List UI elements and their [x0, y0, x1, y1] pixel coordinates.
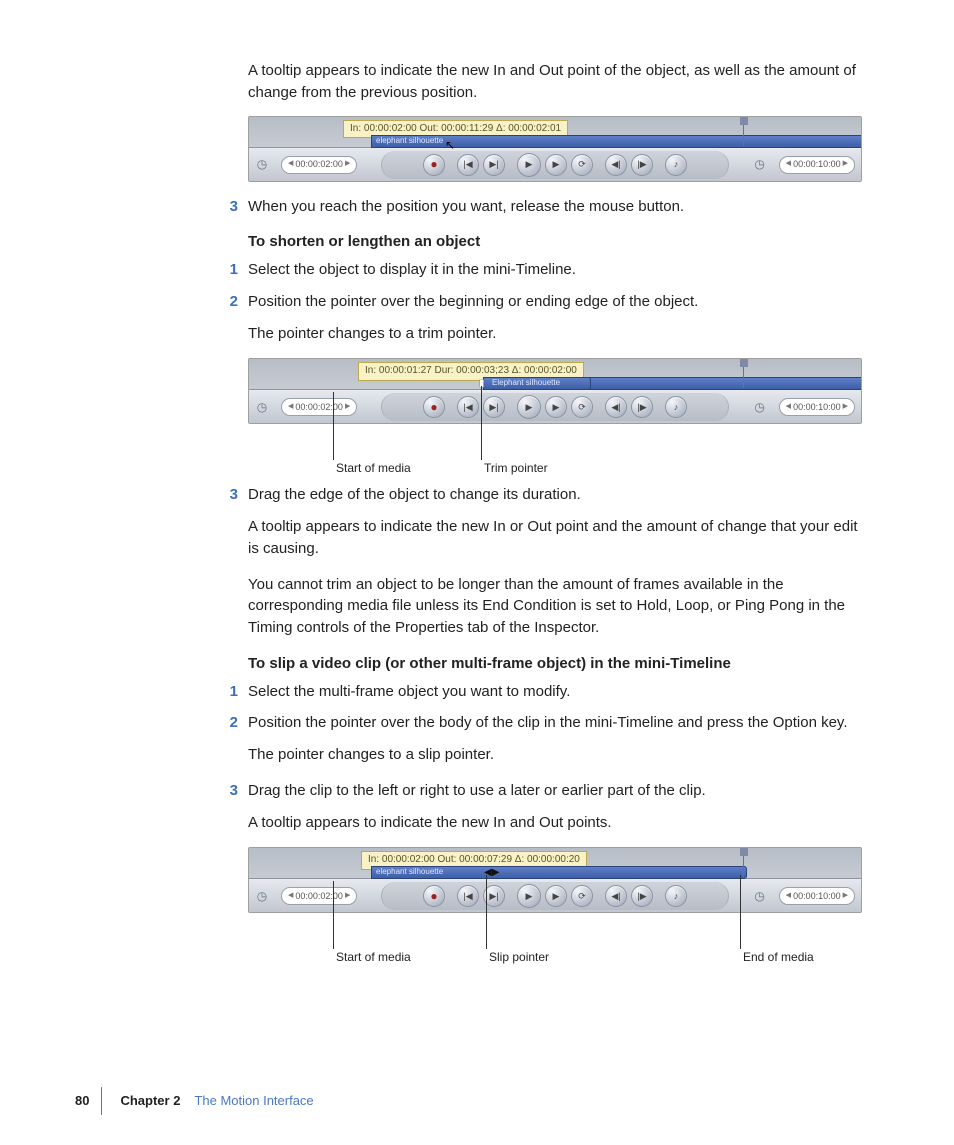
step-number: 2	[208, 291, 248, 313]
mini-timeline[interactable]: In: 00:00:02:00 Out: 00:00:11:29 Δ: 00:0…	[249, 117, 861, 148]
right-timecode[interactable]: ◀00:00:10:00▶	[779, 887, 855, 905]
clip-bar[interactable]: elephant silhouette	[371, 866, 747, 879]
cursor-arrow-icon: ↖	[445, 137, 455, 154]
step-fwd-button[interactable]: |▶	[631, 154, 653, 176]
left-timecode[interactable]: ◀00:00:02:00▶	[281, 887, 357, 905]
callout-label: Slip pointer	[489, 949, 549, 966]
step-fwd-button[interactable]: |▶	[631, 396, 653, 418]
transport-bar: ◷ ◀00:00:02:00▶ ● |◀ ▶| ▶ ▶ ⟳ ◀| |▶ ♪	[249, 390, 861, 423]
play-range-button[interactable]: ▶	[545, 885, 567, 907]
mini-timeline[interactable]: In: 00:00:02:00 Out: 00:00:07:29 Δ: 00:0…	[249, 848, 861, 879]
mini-timeline[interactable]: In: 00:00:01:27 Dur: 00:00:03;23 Δ: 00:0…	[249, 359, 861, 390]
step-text: Drag the edge of the object to change it…	[248, 484, 859, 506]
callout-label: Trim pointer	[484, 460, 548, 477]
go-start-button[interactable]: |◀	[457, 885, 479, 907]
figure-1: In: 00:00:02:00 Out: 00:00:11:29 Δ: 00:0…	[248, 116, 859, 182]
record-button[interactable]: ●	[423, 396, 445, 418]
play-range-button[interactable]: ▶	[545, 154, 567, 176]
go-start-button[interactable]: |◀	[457, 154, 479, 176]
right-timecode-value: 00:00:10:00	[793, 158, 841, 171]
audio-button[interactable]: ♪	[665, 396, 687, 418]
page-footer: 80 Chapter 2 The Motion Interface	[75, 1087, 859, 1115]
chapter-label: Chapter 2	[120, 1092, 180, 1111]
left-timecode[interactable]: ◀00:00:02:00▶	[281, 156, 357, 174]
step-sub: A tooltip appears to indicate the new In…	[248, 516, 859, 560]
counter-icon: ◷	[253, 156, 271, 174]
figure-3: In: 00:00:02:00 Out: 00:00:07:29 Δ: 00:0…	[248, 847, 859, 959]
go-start-button[interactable]: |◀	[457, 396, 479, 418]
step-number: 1	[208, 259, 248, 281]
transport-bar: ◷ ◀00:00:02:00▶ ● |◀ ▶| ▶ ▶ ⟳ ◀| |▶ ♪	[249, 148, 861, 181]
go-end-button[interactable]: ▶|	[483, 154, 505, 176]
record-button[interactable]: ●	[423, 885, 445, 907]
record-button[interactable]: ●	[423, 154, 445, 176]
loop-button[interactable]: ⟳	[571, 396, 593, 418]
section-heading: To shorten or lengthen an object	[248, 231, 859, 253]
transport-bar: ◷ ◀00:00:02:00▶ ● |◀ ▶| ▶ ▶ ⟳ ◀| |▶ ♪	[249, 879, 861, 912]
step-sub: You cannot trim an object to be longer t…	[248, 574, 859, 639]
clip-bar[interactable]: Elephant silhouette	[483, 377, 591, 390]
step-back-button[interactable]: ◀|	[605, 396, 627, 418]
play-range-button[interactable]: ▶	[545, 396, 567, 418]
chapter-title: The Motion Interface	[194, 1092, 313, 1111]
step-sub: The pointer changes to a slip pointer.	[248, 744, 859, 766]
audio-button[interactable]: ♪	[665, 154, 687, 176]
step-number: 3	[208, 484, 248, 506]
duration-icon: ◷	[751, 156, 769, 174]
play-button[interactable]: ▶	[517, 153, 541, 177]
left-timecode[interactable]: ◀00:00:02:00▶	[281, 398, 357, 416]
step-number: 3	[208, 196, 248, 218]
counter-icon: ◷	[253, 887, 271, 905]
right-timecode-value: 00:00:10:00	[793, 890, 841, 903]
right-timecode[interactable]: ◀00:00:10:00▶	[779, 156, 855, 174]
left-timecode-value: 00:00:02:00	[295, 890, 343, 903]
loop-button[interactable]: ⟳	[571, 885, 593, 907]
callout-label: Start of media	[336, 949, 411, 966]
step-back-button[interactable]: ◀|	[605, 885, 627, 907]
go-end-button[interactable]: ▶|	[483, 396, 505, 418]
step-number: 1	[208, 681, 248, 703]
right-timecode-value: 00:00:10:00	[793, 401, 841, 414]
step-number: 2	[208, 712, 248, 734]
step-number: 3	[208, 780, 248, 802]
step-sub: A tooltip appears to indicate the new In…	[248, 812, 859, 834]
right-timecode[interactable]: ◀00:00:10:00▶	[779, 398, 855, 416]
duration-icon: ◷	[751, 887, 769, 905]
step-fwd-button[interactable]: |▶	[631, 885, 653, 907]
figure-2: In: 00:00:01:27 Dur: 00:00:03;23 Δ: 00:0…	[248, 358, 859, 470]
play-button[interactable]: ▶	[517, 884, 541, 908]
step-text: Select the multi-frame object you want t…	[248, 681, 859, 703]
step-text: Drag the clip to the left or right to us…	[248, 780, 859, 802]
callout-label: End of media	[743, 949, 814, 966]
step-text: Position the pointer over the beginning …	[248, 291, 859, 313]
callout-label: Start of media	[336, 460, 411, 477]
step-sub: The pointer changes to a trim pointer.	[248, 323, 859, 345]
loop-button[interactable]: ⟳	[571, 154, 593, 176]
step-text: Position the pointer over the body of th…	[248, 712, 859, 734]
step-text: Select the object to display it in the m…	[248, 259, 859, 281]
play-button[interactable]: ▶	[517, 395, 541, 419]
left-timecode-value: 00:00:02:00	[295, 158, 343, 171]
section-heading: To slip a video clip (or other multi-fra…	[248, 653, 859, 675]
duration-icon: ◷	[751, 398, 769, 416]
step-text: When you reach the position you want, re…	[248, 196, 859, 218]
intro-paragraph: A tooltip appears to indicate the new In…	[248, 60, 859, 104]
counter-icon: ◷	[253, 398, 271, 416]
step-back-button[interactable]: ◀|	[605, 154, 627, 176]
audio-button[interactable]: ♪	[665, 885, 687, 907]
page-number: 80	[75, 1092, 89, 1111]
left-timecode-value: 00:00:02:00	[295, 401, 343, 414]
